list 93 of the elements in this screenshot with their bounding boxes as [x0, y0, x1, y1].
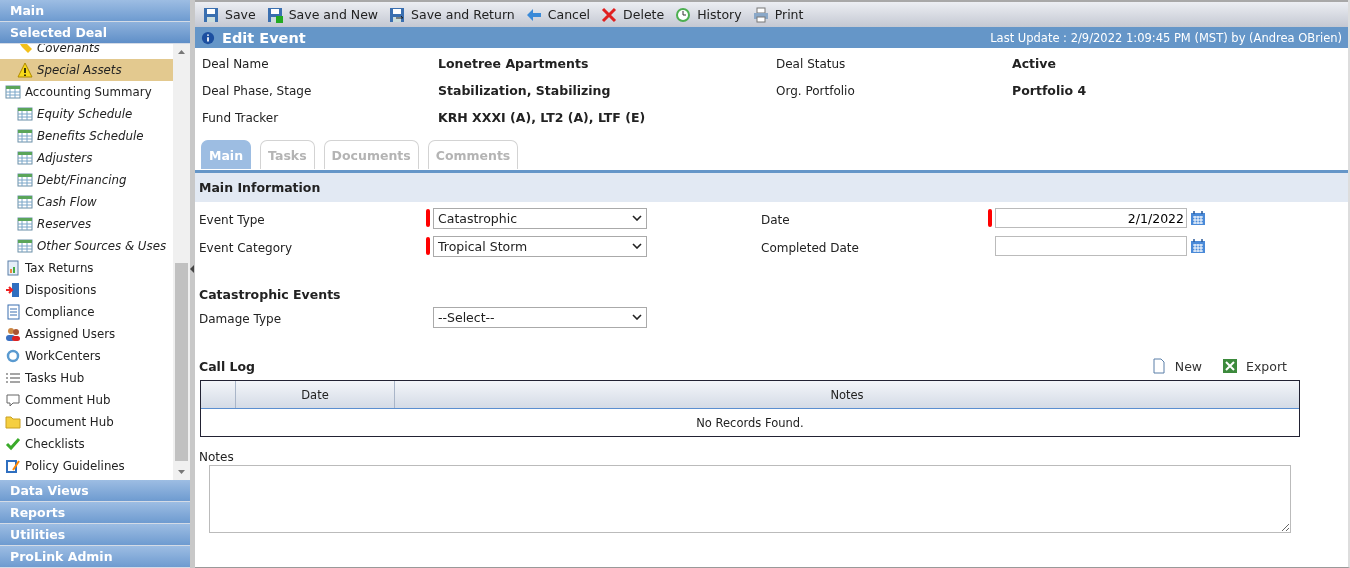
table-icon — [17, 194, 33, 210]
cross-icon — [601, 6, 618, 23]
sidebar-item[interactable]: Dispositions — [0, 279, 173, 301]
dropdown[interactable]: Catastrophic — [433, 207, 647, 229]
notes-field[interactable] — [209, 465, 1291, 533]
field-label: Deal Name — [202, 56, 270, 73]
sidebar-item[interactable]: Tax Returns — [0, 257, 173, 279]
date-field[interactable] — [995, 236, 1187, 256]
speech-bubble-icon — [5, 392, 21, 408]
sidebar-item[interactable]: Assigned Users — [0, 323, 173, 345]
field-label: Event Category — [198, 240, 293, 255]
field-label: Event Type — [198, 212, 266, 227]
field-value: Portfolio 4 — [1012, 82, 1088, 100]
checkmark-icon — [5, 436, 21, 452]
info-icon — [201, 30, 215, 45]
sidebar-item[interactable]: Tasks Hub — [0, 367, 173, 389]
table-icon — [5, 84, 21, 100]
dropdown[interactable]: Tropical Storm — [433, 235, 647, 257]
folder-icon — [5, 414, 21, 430]
date-field[interactable]: 2/1/2022 — [995, 208, 1187, 228]
splitter-handle[interactable] — [190, 0, 195, 568]
sidebar-item[interactable]: Other Sources & Uses — [0, 235, 173, 257]
page-title: Edit Event — [222, 29, 306, 46]
table-icon — [17, 150, 33, 166]
chevron-down-icon — [632, 243, 642, 249]
dropdown[interactable]: --Select-- — [433, 306, 647, 328]
sidebar-item[interactable]: Checklists — [0, 433, 173, 455]
sidebar-item[interactable]: Debt/Financing — [0, 169, 173, 191]
ring-icon — [5, 348, 21, 364]
last-update-text: Last Update : 2/9/2022 1:09:45 PM (MST) by (Andrea OBrien) — [990, 30, 1342, 45]
section-title: Catastrophic Events — [198, 286, 342, 303]
scrollbar[interactable] — [173, 44, 190, 480]
toolbar-button[interactable]: Print — [748, 6, 808, 23]
door-icon — [5, 282, 21, 298]
table-icon — [17, 216, 33, 232]
table-icon — [17, 128, 33, 144]
field-label: Date — [760, 212, 791, 227]
sidebar-item[interactable]: Policy Guidelines — [0, 455, 173, 477]
field-label: Fund Tracker — [202, 110, 280, 127]
sidebar-item[interactable]: Compliance — [0, 301, 173, 323]
field-label: Damage Type — [198, 311, 282, 326]
field-label: Notes — [198, 449, 235, 464]
toolbar-button[interactable]: Save and Return — [385, 6, 519, 23]
field-value: Lonetree Apartments — [438, 55, 590, 73]
sidebar-item[interactable]: Accounting Summary — [0, 81, 173, 103]
toolbar-button[interactable]: Save — [199, 6, 260, 23]
table-icon — [17, 238, 33, 254]
empty-message: No Records Found. — [696, 415, 804, 430]
field-label: Completed Date — [760, 240, 860, 255]
sidebar-item[interactable]: Adjusters — [0, 147, 173, 169]
toolbar-button[interactable]: Save and New — [262, 6, 383, 23]
field-value: Active — [1012, 55, 1057, 73]
notepad-icon — [5, 458, 21, 474]
sidebar-item[interactable]: Special Assets — [0, 59, 173, 81]
sidebar-item[interactable]: Equity Schedule — [0, 103, 173, 125]
chevron-down-icon — [632, 215, 642, 221]
sidebar-item[interactable]: Cash Flow — [0, 191, 173, 213]
table-icon — [17, 172, 33, 188]
field-label: Deal Phase, Stage — [202, 83, 313, 100]
field-value: Stabilization, Stabilizing — [438, 82, 612, 100]
toolbar-button[interactable]: History — [671, 6, 746, 23]
document-icon — [5, 304, 21, 320]
field-label: Org. Portfolio — [776, 83, 856, 100]
printer-icon — [752, 6, 769, 23]
sidebar-item[interactable]: Covenants — [0, 44, 173, 59]
toolbar-button[interactable]: Cancel — [521, 6, 595, 23]
column-header[interactable]: Date — [236, 381, 395, 408]
blank-page-icon — [1150, 358, 1167, 374]
chevron-down-icon — [632, 314, 642, 320]
collapse-arrow-icon — [190, 265, 194, 273]
clock-icon — [675, 6, 692, 23]
spreadsheet-icon — [1222, 358, 1239, 374]
sidebar-item[interactable]: Reserves — [0, 213, 173, 235]
section-title: Call Log — [199, 358, 256, 374]
column-header[interactable]: Notes — [395, 381, 1299, 408]
sidebar-item[interactable]: Comment Hub — [0, 389, 173, 411]
warning-icon — [17, 62, 33, 78]
sidebar-item[interactable]: Benefits Schedule — [0, 125, 173, 147]
toolbar-button[interactable]: Delete — [597, 6, 669, 23]
table-icon — [17, 106, 33, 122]
field-label: Deal Status — [776, 56, 847, 73]
sidebar-item[interactable]: WorkCenters — [0, 345, 173, 367]
floppy-plus-icon — [266, 6, 283, 23]
list-icon — [5, 370, 21, 386]
link-button[interactable]: New — [1140, 358, 1207, 374]
link-button[interactable]: Export — [1212, 358, 1291, 374]
sidebar-item[interactable]: Document Hub — [0, 411, 173, 433]
section-title: Main Information — [199, 180, 321, 195]
report-icon — [5, 260, 21, 276]
calendar-icon[interactable] — [1190, 210, 1206, 226]
users-icon — [5, 326, 21, 342]
field-value: KRH XXXI (A), LT2 (A), LTF (E) — [438, 109, 647, 127]
calendar-icon[interactable] — [1190, 238, 1206, 254]
